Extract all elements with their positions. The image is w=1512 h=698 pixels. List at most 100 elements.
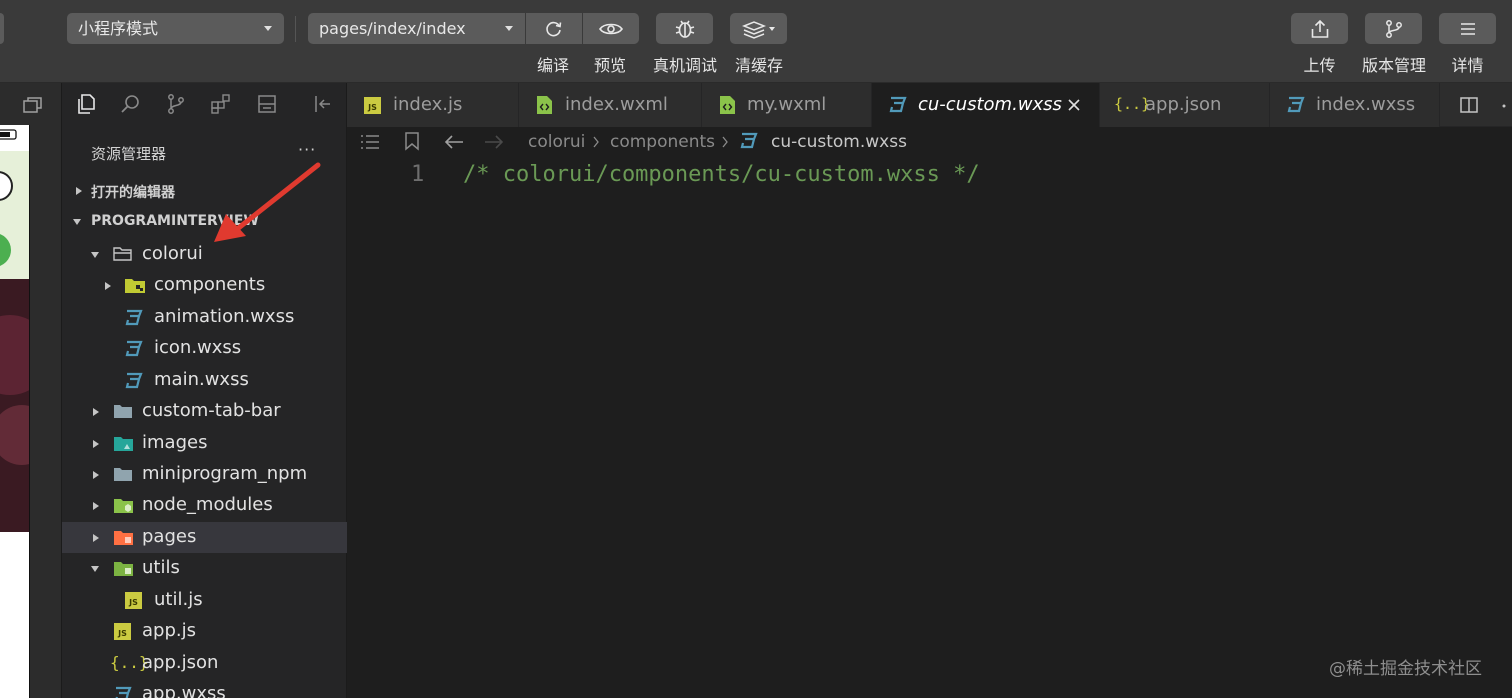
details-button[interactable] (1439, 13, 1496, 44)
tab-label: my.wxml (747, 94, 827, 115)
tab-index-wxml[interactable]: index.wxml (519, 83, 702, 127)
menu-icon (1460, 22, 1475, 35)
line-number: 1 (411, 162, 425, 187)
code-line[interactable]: /* colorui/components/cu-custom.wxss */ (463, 162, 980, 187)
tree-item-label: custom-tab-bar (142, 400, 281, 421)
tree-item-app-wxss[interactable]: app.wxss (62, 679, 347, 698)
window-icon[interactable] (22, 95, 44, 115)
chevron-down-icon (505, 26, 513, 31)
compile-label: 编译 (536, 56, 569, 75)
preview-label: 预览 (593, 56, 626, 75)
chevron-right-icon (93, 440, 99, 448)
chevron-down-icon (73, 219, 81, 225)
upload-button[interactable] (1291, 13, 1348, 44)
search-icon[interactable] (120, 93, 142, 115)
chevron-right-icon (93, 471, 99, 479)
tree-item-animation-wxss[interactable]: animation.wxss (62, 302, 347, 333)
folder-components-icon (125, 279, 145, 293)
upload-icon (1311, 19, 1328, 38)
compile-button[interactable] (525, 13, 582, 44)
js-file-icon: JS (114, 623, 131, 640)
bookmark-icon[interactable] (404, 131, 420, 151)
tree-item-util-js[interactable]: JS util.js (62, 585, 347, 616)
tree-item-colorui[interactable]: colorui (62, 239, 347, 270)
svg-text:JS: JS (117, 629, 127, 638)
source-control-icon[interactable] (165, 93, 187, 115)
tab-my-wxml[interactable]: my.wxml (702, 83, 872, 127)
refresh-icon (545, 21, 561, 36)
tree-item-miniprogram-npm[interactable]: miniprogram_npm (62, 459, 347, 490)
collapse-panel-icon[interactable] (312, 93, 334, 115)
arrow-left-icon[interactable] (443, 133, 465, 151)
mode-select[interactable]: 小程序模式 (67, 13, 284, 44)
tree-item-label: images (142, 432, 208, 453)
css-file-icon (115, 686, 132, 698)
tree-item-components[interactable]: components (62, 270, 347, 301)
tree-item-icon-wxss[interactable]: icon.wxss (62, 333, 347, 364)
mode-select-value: 小程序模式 (78, 19, 159, 38)
project-label: PROGRAMINTERVIEW (91, 213, 259, 229)
tab-index-js[interactable]: JS index.js (347, 83, 519, 127)
storage-icon[interactable] (256, 93, 278, 115)
tree-item-label: util.js (154, 589, 203, 610)
clear-cache-button[interactable] (730, 13, 787, 44)
breadcrumb-file[interactable]: cu-custom.wxss (771, 132, 907, 152)
tab-label: index.wxss (1316, 94, 1416, 115)
tab-app-json[interactable]: {..} app.json (1100, 83, 1270, 127)
tab-index-wxss[interactable]: index.wxss (1270, 83, 1440, 127)
tree-item-app-js[interactable]: JS app.js (62, 616, 347, 647)
css-file-icon (889, 96, 907, 113)
phone-preview-content (0, 125, 29, 698)
svg-text:JS: JS (128, 598, 138, 607)
tree-item-label: pages (142, 526, 197, 547)
folder-icon (114, 468, 132, 481)
tree-item-app-json[interactable]: {..} app.json (62, 648, 347, 679)
code-editor[interactable]: 1 /* colorui/components/cu-custom.wxss *… (347, 157, 1512, 698)
tree-item-label: animation.wxss (154, 306, 295, 327)
breadcrumb-part-components[interactable]: components (610, 132, 715, 152)
open-editors-label: 打开的编辑器 (91, 185, 175, 201)
more-tabs-icon[interactable] (1501, 103, 1509, 109)
version-manage-button[interactable] (1365, 13, 1422, 44)
breadcrumb-part-colorui[interactable]: colorui (528, 132, 585, 152)
tree-item-label: app.json (142, 652, 219, 673)
tree-item-pages[interactable]: pages (62, 522, 347, 553)
tree-item-main-wxss[interactable]: main.wxss (62, 365, 347, 396)
arrow-right-icon[interactable] (483, 133, 505, 151)
watermark: @稀土掘金技术社区 (1329, 659, 1482, 679)
tab-label: index.wxml (565, 94, 668, 115)
css-file-icon (125, 309, 143, 326)
wxml-file-icon (720, 96, 735, 114)
page-select[interactable]: pages/index/index (308, 13, 525, 44)
device-debug-button[interactable] (656, 13, 713, 44)
list-icon[interactable] (359, 133, 381, 151)
tab-cu-custom-wxss[interactable]: cu-custom.wxss (872, 83, 1100, 127)
chevron-right-icon (93, 408, 99, 416)
tab-label: index.js (393, 94, 463, 115)
tree-item-images[interactable]: images (62, 428, 347, 459)
bug-icon (675, 20, 694, 38)
project-section[interactable]: PROGRAMINTERVIEW (62, 207, 347, 237)
close-icon[interactable] (1067, 98, 1081, 112)
breadcrumb: colorui components cu-custom.wxss (347, 127, 1512, 157)
tree-item-custom-tab-bar[interactable]: custom-tab-bar (62, 396, 347, 427)
version-manage-label: 版本管理 (1361, 56, 1426, 75)
explorer-panel: 资源管理器 ··· 打开的编辑器 PROGRAMINTERVIEW coloru… (62, 83, 347, 698)
wxml-file-icon (537, 96, 552, 114)
files-icon[interactable] (75, 93, 97, 115)
extensions-icon[interactable] (210, 93, 232, 115)
preview-button[interactable] (582, 13, 639, 44)
tree-item-utils[interactable]: utils (62, 553, 347, 584)
split-editor-icon[interactable] (1459, 95, 1479, 115)
phone-preview[interactable] (0, 125, 30, 698)
simulator-panel (0, 83, 62, 698)
tree-item-label: components (154, 274, 266, 295)
folder-icon (114, 405, 132, 418)
open-editors-section[interactable]: 打开的编辑器 (62, 176, 347, 206)
chevron-right-icon (93, 534, 99, 542)
more-actions-button[interactable]: ··· (298, 140, 316, 159)
tree-item-node-modules[interactable]: node_modules (62, 490, 347, 521)
css-file-icon (740, 132, 758, 149)
toolbar-left-button[interactable] (0, 13, 4, 44)
tree-item-label: main.wxss (154, 369, 249, 390)
